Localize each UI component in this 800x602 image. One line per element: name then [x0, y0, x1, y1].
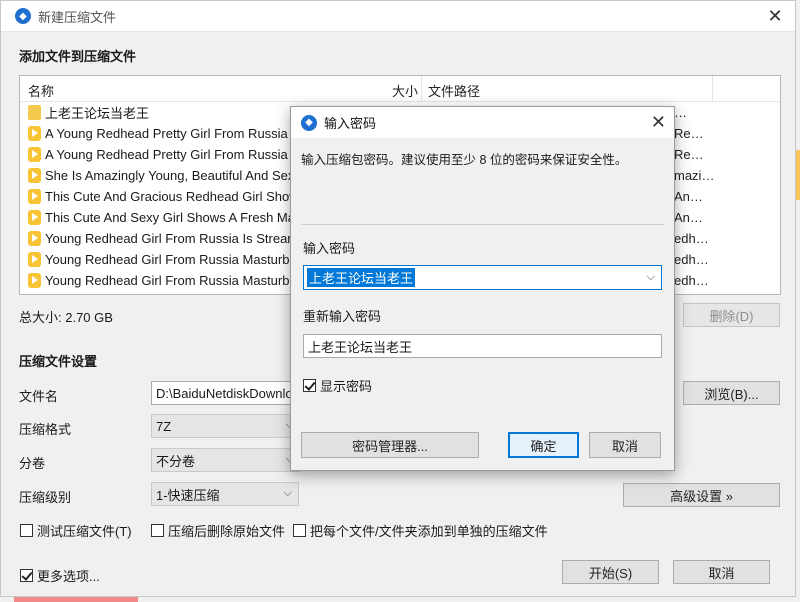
file-path: …	[674, 105, 687, 120]
reenter-password-input[interactable]: 上老王论坛当老王	[303, 334, 662, 358]
video-file-icon	[28, 252, 41, 267]
browse-button[interactable]: 浏览(B)...	[683, 381, 780, 405]
filename-label: 文件名	[19, 389, 59, 404]
checkbox-box	[293, 524, 306, 537]
dialog-message: 输入压缩包密码。建议使用至少 8 位的密码来保证安全性。	[301, 153, 628, 167]
ok-button[interactable]: 确定	[508, 432, 579, 458]
section-add-files-title: 添加文件到压缩文件	[19, 49, 137, 64]
file-list-header: 名称 大小 文件路径	[20, 76, 780, 102]
checkbox-box	[303, 379, 316, 392]
level-value: 1-快速压缩	[156, 487, 220, 503]
divider	[301, 224, 664, 225]
more-options-checkbox[interactable]: 更多选项...	[20, 566, 100, 585]
delete-button[interactable]: 删除(D)	[683, 303, 780, 327]
video-file-icon	[28, 273, 41, 288]
checkbox-box	[20, 569, 33, 582]
file-path: An…	[674, 210, 703, 225]
each-file-checkbox[interactable]: 把每个文件/文件夹添加到单独的压缩文件	[293, 521, 548, 540]
password-manager-button[interactable]: 密码管理器...	[301, 432, 479, 458]
format-label: 压缩格式	[19, 422, 72, 437]
format-value: 7Z	[156, 418, 172, 434]
file-name: Young Redhead Girl From Russia Masturba	[45, 273, 297, 288]
test-archive-label: 测试压缩文件(T)	[37, 524, 132, 539]
column-divider	[421, 76, 422, 102]
show-password-checkbox[interactable]: 显示密码	[303, 376, 372, 395]
column-size[interactable]: 大小	[392, 81, 418, 100]
video-file-icon	[28, 168, 41, 183]
show-password-label: 显示密码	[320, 379, 373, 394]
file-path: Re…	[674, 126, 704, 141]
more-options-label: 更多选项...	[37, 569, 100, 584]
chevron-down-icon: ⌵	[283, 487, 292, 499]
app-logo-icon: ◆	[301, 114, 317, 131]
file-name: A Young Redhead Pretty Girl From Russia	[45, 147, 288, 162]
file-name: 上老王论坛当老王	[45, 106, 150, 121]
file-path: edh…	[674, 231, 709, 246]
format-select[interactable]: 7Z ⌵	[151, 414, 301, 438]
volume-value: 不分卷	[156, 453, 196, 469]
file-path: mazi…	[674, 168, 715, 183]
level-label: 压缩级别	[19, 490, 72, 505]
close-icon[interactable]: ✕	[765, 6, 785, 26]
dialog-cancel-button[interactable]: 取消	[589, 432, 661, 458]
each-file-label: 把每个文件/文件夹添加到单独的压缩文件	[310, 524, 548, 539]
file-path: An…	[674, 189, 703, 204]
window-titlebar: ◆ 新建压缩文件	[1, 1, 795, 32]
file-name: Young Redhead Girl From Russia Masturba	[45, 252, 297, 267]
chevron-down-icon[interactable]: ⌵	[647, 271, 655, 284]
app-logo-icon: ◆	[15, 8, 31, 24]
file-name: Young Redhead Girl From Russia Is Stream	[45, 231, 299, 246]
volume-select[interactable]: 不分卷 ⌵	[151, 448, 301, 472]
password-value: 上老王论坛当老王	[307, 268, 416, 287]
video-file-icon	[28, 147, 41, 162]
delete-source-label: 压缩后删除原始文件	[168, 524, 286, 539]
file-name: This Cute And Gracious Redhead Girl Show	[45, 189, 299, 204]
file-name: She Is Amazingly Young, Beautiful And Se…	[45, 168, 295, 183]
close-icon[interactable]: ✕	[651, 112, 666, 133]
dialog-titlebar: ◆ 输入密码	[291, 107, 674, 138]
settings-title: 压缩文件设置	[19, 354, 98, 369]
checkbox-box	[151, 524, 164, 537]
reenter-label: 重新输入密码	[303, 309, 382, 324]
file-name: This Cute And Sexy Girl Shows A Fresh Ma…	[45, 210, 300, 225]
volume-label: 分卷	[19, 456, 46, 471]
checkbox-box	[20, 524, 33, 537]
cancel-button[interactable]: 取消	[673, 560, 770, 584]
column-divider	[712, 76, 713, 102]
video-file-icon	[28, 231, 41, 246]
file-name: A Young Redhead Pretty Girl From Russia	[45, 126, 288, 141]
dialog-title: 输入密码	[324, 116, 377, 131]
file-path: edh…	[674, 273, 709, 288]
video-file-icon	[28, 210, 41, 225]
column-path[interactable]: 文件路径	[428, 81, 480, 100]
level-select[interactable]: 1-快速压缩 ⌵	[151, 482, 299, 506]
video-file-icon	[28, 189, 41, 204]
advanced-settings-button[interactable]: 高级设置 »	[623, 483, 780, 507]
test-archive-checkbox[interactable]: 测试压缩文件(T)	[20, 521, 132, 540]
folder-icon	[28, 105, 41, 120]
column-name[interactable]: 名称	[28, 81, 54, 100]
window-title: 新建压缩文件	[38, 9, 117, 25]
start-button[interactable]: 开始(S)	[562, 560, 659, 584]
password-dialog: ◆ 输入密码 ✕ 输入压缩包密码。建议使用至少 8 位的密码来保证安全性。 输入…	[290, 106, 675, 471]
password-combobox[interactable]: 上老王论坛当老王 ⌵	[303, 265, 662, 290]
file-path: Re…	[674, 147, 704, 162]
password-label: 输入密码	[303, 241, 356, 256]
file-path: edh…	[674, 252, 709, 267]
filename-input[interactable]: D:\BaiduNetdiskDownlo	[151, 381, 301, 405]
total-size: 总大小: 2.70 GB	[19, 310, 113, 325]
video-file-icon	[28, 126, 41, 141]
delete-source-checkbox[interactable]: 压缩后删除原始文件	[151, 521, 285, 540]
